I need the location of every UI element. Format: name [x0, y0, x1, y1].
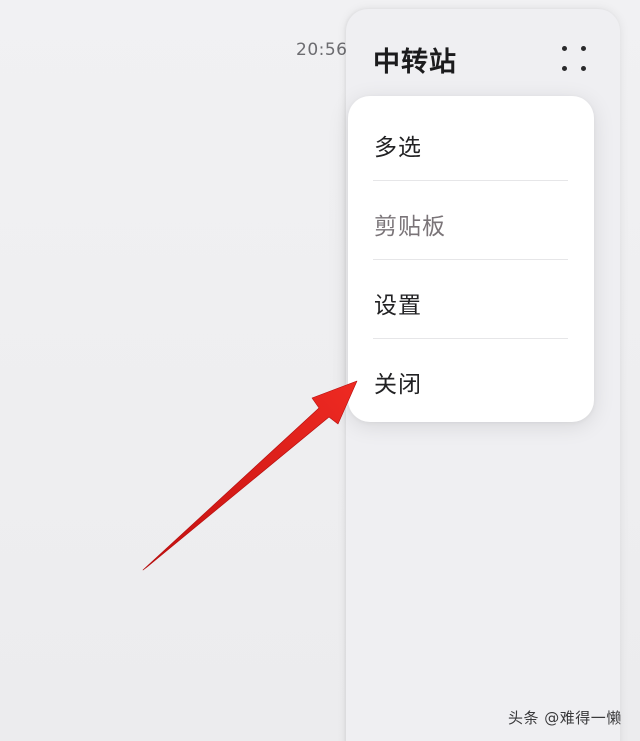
- popup-menu: 多选 剪贴板 设置 关闭: [348, 96, 594, 422]
- dot-icon: [562, 66, 567, 71]
- dot-icon: [562, 46, 567, 51]
- watermark: 头条 @难得一懒: [508, 709, 622, 727]
- menu-item-settings[interactable]: 设置: [348, 260, 594, 338]
- menu-item-close[interactable]: 关闭: [348, 339, 594, 417]
- menu-item-label: 多选: [374, 135, 422, 161]
- panel-title: 中转站: [373, 47, 457, 78]
- menu-item-label: 关闭: [374, 372, 422, 398]
- menu-item-multi-select[interactable]: 多选: [348, 102, 594, 180]
- phone-screen: 20:56 中转站 多选 剪贴板 设置 关闭 头条 @难得一懒: [0, 0, 640, 741]
- menu-item-label: 剪贴板: [374, 214, 446, 240]
- dot-icon: [581, 66, 586, 71]
- menu-item-clipboard[interactable]: 剪贴板: [348, 181, 594, 259]
- status-time: 20:56: [296, 40, 348, 60]
- more-options-button[interactable]: [558, 42, 590, 76]
- menu-item-label: 设置: [374, 293, 422, 319]
- dot-icon: [581, 46, 586, 51]
